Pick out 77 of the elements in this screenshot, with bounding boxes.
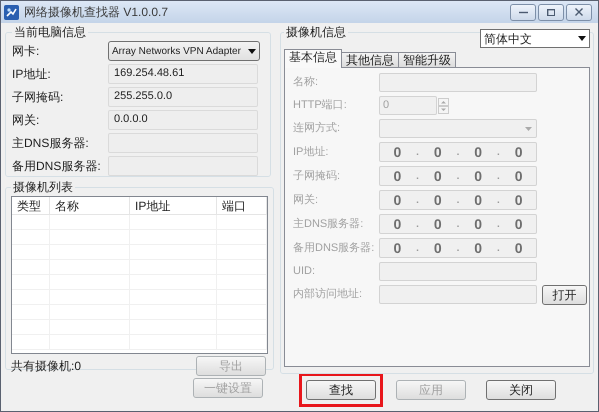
separator-dot: . bbox=[416, 170, 419, 184]
button[interactable]: 关闭 bbox=[486, 380, 556, 400]
camera-count: 共有摄像机:0 bbox=[11, 358, 82, 375]
field-label: 子网掩码: bbox=[12, 89, 64, 106]
octet: 0 bbox=[393, 142, 402, 162]
separator-dot: . bbox=[416, 242, 419, 256]
close-button[interactable] bbox=[566, 4, 592, 20]
minimize-button[interactable] bbox=[510, 4, 536, 20]
octet: 0 bbox=[514, 142, 523, 162]
input-field[interactable] bbox=[108, 156, 258, 176]
separator-dot: . bbox=[456, 170, 460, 184]
field-label: HTTP端口: bbox=[293, 98, 348, 114]
field-label: IP地址: bbox=[12, 66, 52, 83]
maximize-button[interactable] bbox=[538, 4, 564, 20]
octet: 0 bbox=[434, 190, 442, 210]
octet: 0 bbox=[474, 190, 482, 210]
caret-icon bbox=[578, 36, 586, 41]
octet: 0 bbox=[434, 166, 442, 186]
octet: 0 bbox=[434, 214, 442, 234]
octet: 0 bbox=[514, 190, 523, 210]
field-label: 主DNS服务器: bbox=[293, 216, 364, 232]
field-label: 网关: bbox=[12, 112, 40, 129]
app-icon bbox=[4, 4, 19, 20]
octet: 0 bbox=[474, 142, 482, 162]
caret-icon bbox=[525, 126, 532, 130]
octet: 0 bbox=[474, 166, 482, 186]
separator-dot: . bbox=[416, 194, 419, 208]
caret-icon bbox=[248, 48, 256, 54]
octet: 0 bbox=[393, 190, 402, 210]
field-label: 网卡: bbox=[12, 43, 40, 60]
separator-dot: . bbox=[497, 170, 500, 184]
field-label: 主DNS服务器: bbox=[12, 135, 90, 152]
separator-dot: . bbox=[497, 146, 500, 160]
column-header[interactable]: 类型 bbox=[12, 197, 50, 215]
octet: 0 bbox=[514, 238, 523, 258]
octet: 0 bbox=[474, 214, 482, 234]
field-label: IP地址: bbox=[293, 144, 330, 160]
dropdown[interactable]: Array Networks VPN Adapter bbox=[108, 41, 260, 61]
octet: 0 bbox=[393, 214, 402, 234]
maximize-icon bbox=[547, 8, 555, 16]
separator-dot: . bbox=[497, 194, 500, 208]
input-field[interactable]: 255.255.0.0 bbox=[108, 87, 258, 107]
column-header[interactable]: IP地址 bbox=[130, 197, 217, 215]
separator-dot: . bbox=[456, 218, 460, 232]
separator-dot: . bbox=[497, 218, 500, 232]
separator-dot: . bbox=[416, 146, 419, 160]
octet: 0 bbox=[514, 214, 523, 234]
window-title: 网络摄像机查找器 V1.0.0.7 bbox=[24, 4, 168, 21]
input-field[interactable]: 0.0.0.0 bbox=[108, 110, 258, 130]
separator-dot: . bbox=[456, 146, 460, 160]
separator-dot: . bbox=[456, 194, 460, 208]
input-field[interactable]: 169.254.48.61 bbox=[108, 64, 258, 84]
field-label: 内部访问地址: bbox=[293, 286, 364, 302]
field-label: 连网方式: bbox=[293, 120, 342, 136]
group-title: 当前电脑信息 bbox=[13, 24, 87, 41]
octet: 0 bbox=[474, 238, 482, 258]
field-label: 名称: bbox=[293, 75, 320, 90]
separator-dot: . bbox=[456, 242, 460, 256]
group-title: 摄像机列表 bbox=[12, 179, 74, 196]
separator-dot: . bbox=[416, 218, 419, 232]
field-label: 备用DNS服务器: bbox=[12, 158, 102, 175]
octet: 0 bbox=[434, 238, 442, 258]
field-label: 备用DNS服务器: bbox=[293, 240, 376, 256]
octet: 0 bbox=[393, 238, 402, 258]
column-header[interactable]: 端口 bbox=[217, 197, 267, 215]
button[interactable]: 查找 bbox=[306, 380, 376, 400]
field-label: 子网掩码: bbox=[293, 168, 342, 184]
field-label: 网关: bbox=[293, 192, 320, 208]
octet: 0 bbox=[393, 166, 402, 186]
field-label: UID: bbox=[293, 264, 316, 280]
group-title: 摄像机信息 bbox=[285, 24, 347, 41]
close-icon bbox=[575, 8, 583, 16]
minimize-icon bbox=[518, 10, 528, 14]
octet: 0 bbox=[434, 142, 442, 162]
separator-dot: . bbox=[497, 242, 500, 256]
octet: 0 bbox=[514, 166, 523, 186]
column-header[interactable]: 名称 bbox=[50, 197, 130, 215]
